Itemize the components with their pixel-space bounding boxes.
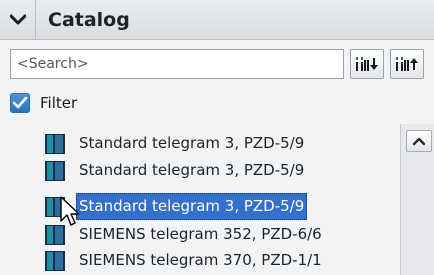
search-up-icon: [396, 57, 418, 71]
catalog-title: Catalog: [48, 9, 130, 31]
list-item[interactable]: Standard telegram 3, PZD-5/9: [44, 130, 404, 157]
list-item-label: Standard telegram 3, PZD-5/9: [76, 193, 308, 220]
filter-checkbox[interactable]: [10, 93, 30, 113]
search-up-button[interactable]: [390, 49, 424, 79]
checkmark-icon: [12, 96, 28, 109]
list-item[interactable]: Standard telegram 3, PZD-5/9: [44, 157, 404, 184]
module-icon: [45, 251, 65, 271]
scroll-up-button[interactable]: [406, 130, 432, 152]
module-icon: [45, 134, 65, 154]
collapse-toggle[interactable]: [0, 0, 36, 40]
search-down-icon: [356, 57, 378, 71]
pointer-cursor-icon: [60, 196, 80, 226]
search-input[interactable]: <Search>: [10, 49, 344, 79]
list-item-label: SIEMENS telegram 370, PZD-1/1: [79, 251, 322, 269]
arrow-up-icon: [412, 137, 426, 146]
list-item[interactable]: SIEMENS telegram 370, PZD-1/1: [44, 247, 404, 274]
catalog-header: Catalog: [0, 0, 434, 40]
list-item-label: SIEMENS telegram 352, PZD-6/6: [79, 225, 322, 243]
vertical-scrollbar[interactable]: [400, 124, 434, 275]
list-item-selected[interactable]: Standard telegram 3, PZD-5/9: [44, 193, 404, 220]
search-down-button[interactable]: [350, 49, 384, 79]
list-item[interactable]: SIEMENS telegram 352, PZD-6/6: [44, 221, 404, 248]
list-item-label: Standard telegram 3, PZD-5/9: [79, 134, 305, 152]
module-icon: [45, 161, 65, 181]
filter-label: Filter: [40, 94, 78, 112]
list-item-label: Standard telegram 3, PZD-5/9: [79, 161, 305, 179]
chevron-down-icon: [9, 14, 26, 25]
